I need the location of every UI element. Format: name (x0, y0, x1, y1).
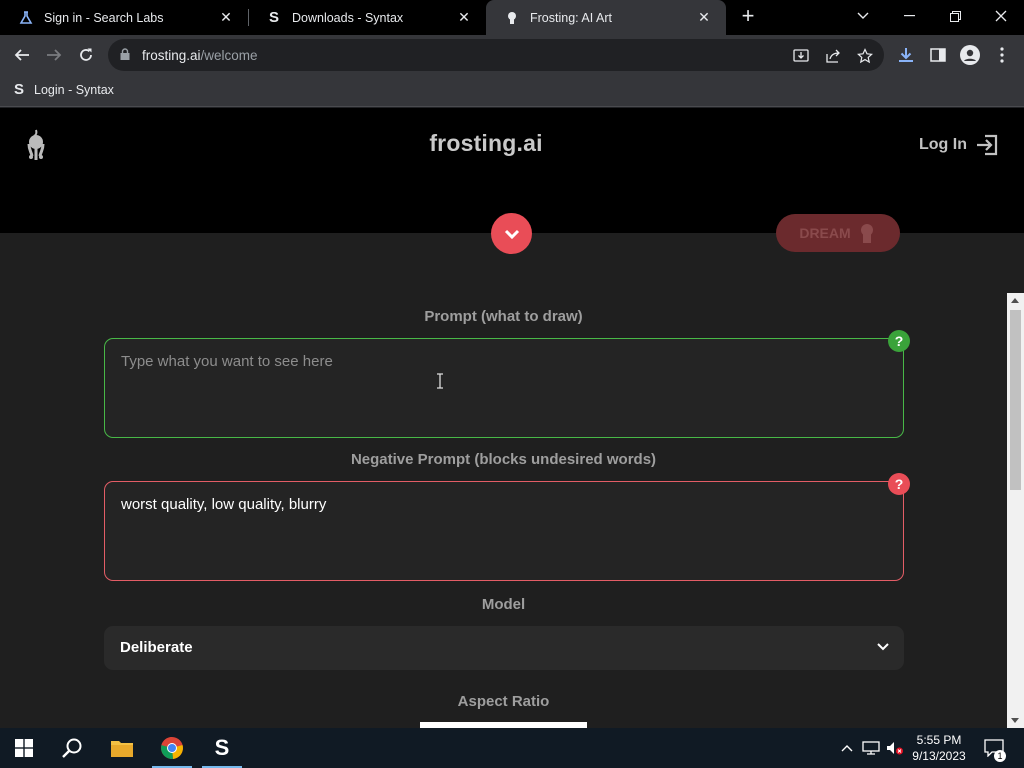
tab-frosting-ai-art[interactable]: Frosting: AI Art ✕ (486, 0, 726, 35)
bookmark-login-syntax[interactable]: S Login - Syntax (14, 81, 114, 98)
scrollbar-thumb[interactable] (1010, 310, 1021, 490)
chrome-icon (161, 737, 183, 760)
scroll-down-arrow-icon[interactable] (1011, 718, 1019, 723)
bookmarks-bar: S Login - Syntax (0, 75, 1024, 107)
tab-downloads-syntax[interactable]: S Downloads - Syntax ✕ (248, 0, 486, 35)
folder-icon (111, 741, 133, 757)
negative-prompt-value: worst quality, low quality, blurry (121, 496, 327, 513)
back-button[interactable] (10, 43, 34, 67)
model-select[interactable]: Deliberate (104, 626, 904, 670)
file-explorer-button[interactable] (98, 728, 146, 768)
windows-taskbar: S 5:55 PM 9/13/2023 1 (0, 728, 1024, 768)
bookmark-label: Login - Syntax (34, 82, 114, 97)
chevron-down-icon (877, 643, 889, 651)
browser-toolbar: frosting.ai/welcome (0, 35, 1024, 75)
page-content: frosting.ai Log In DREAM Prompt (what to… (0, 108, 1024, 728)
close-tab-icon[interactable]: ✕ (218, 9, 234, 26)
show-hidden-icons-chevron-icon[interactable] (838, 728, 856, 768)
side-panel-icon[interactable] (928, 45, 948, 65)
notification-count-badge: 1 (994, 750, 1006, 762)
frosting-mascot-icon (860, 224, 873, 243)
log-in-label: Log In (919, 136, 967, 153)
tab-title: Frosting: AI Art (530, 10, 612, 25)
chrome-taskbar-button[interactable] (148, 728, 196, 768)
syntax-s-icon: S (14, 81, 25, 98)
volume-muted-icon[interactable] (884, 728, 906, 768)
login-arrow-icon (976, 134, 998, 156)
tab-title: Sign in - Search Labs (44, 10, 164, 25)
page-scrollbar[interactable] (1007, 293, 1024, 728)
syntax-s-icon: S (214, 735, 230, 760)
search-icon (62, 738, 82, 758)
tab-search-chevron-icon[interactable] (840, 0, 886, 32)
minimize-button[interactable] (886, 0, 932, 32)
flask-icon (18, 10, 34, 26)
negative-prompt-help-icon[interactable]: ? (888, 473, 910, 495)
site-title[interactable]: frosting.ai (0, 130, 972, 157)
start-button[interactable] (0, 728, 48, 768)
notifications-button[interactable]: 1 (980, 728, 1008, 768)
log-in-button[interactable]: Log In (919, 133, 999, 157)
lock-icon (120, 48, 130, 60)
close-window-button[interactable] (978, 0, 1024, 32)
model-label: Model (481, 596, 526, 613)
windows-logo-icon (15, 739, 33, 757)
frosting-icon (504, 10, 520, 26)
negative-prompt-textarea[interactable]: worst quality, low quality, blurry (104, 481, 904, 581)
new-tab-button[interactable]: + (737, 5, 759, 28)
chevron-down-icon (504, 229, 519, 239)
prompt-placeholder: Type what you want to see here (121, 353, 333, 370)
tab-title: Downloads - Syntax (292, 10, 404, 25)
url-host: frosting.ai (142, 48, 201, 63)
clock-time: 5:55 PM (916, 733, 962, 747)
menu-kebab-icon[interactable] (992, 45, 1012, 65)
text-cursor-icon (437, 373, 443, 389)
aspect-ratio-label: Aspect Ratio (457, 693, 550, 710)
prompt-textarea[interactable]: Type what you want to see here (104, 338, 904, 438)
install-app-icon[interactable] (792, 47, 810, 65)
dream-label: DREAM (799, 225, 851, 241)
downloads-icon[interactable] (896, 45, 916, 65)
negative-prompt-label: Negative Prompt (blocks undesired words) (350, 451, 657, 468)
bookmark-star-icon[interactable] (856, 47, 874, 65)
restore-button[interactable] (932, 0, 978, 32)
url-text: frosting.ai/welcome (142, 48, 258, 63)
close-tab-icon[interactable]: ✕ (696, 9, 712, 26)
network-icon[interactable] (860, 728, 882, 768)
syntax-s-icon: S (268, 9, 279, 26)
collapse-toggle-button[interactable] (491, 213, 532, 254)
syntax-taskbar-button[interactable]: S (198, 728, 246, 768)
search-button[interactable] (48, 728, 96, 768)
system-clock[interactable]: 5:55 PM 9/13/2023 (905, 732, 973, 764)
share-icon[interactable] (824, 47, 842, 65)
prompt-help-icon[interactable]: ? (888, 330, 910, 352)
profile-avatar-icon[interactable] (960, 45, 980, 65)
close-tab-icon[interactable]: ✕ (456, 9, 472, 26)
clock-date: 9/13/2023 (912, 749, 966, 763)
dream-button[interactable]: DREAM (776, 214, 900, 252)
reload-button[interactable] (74, 43, 98, 67)
prompt-label: Prompt (what to draw) (424, 308, 583, 325)
model-selected-value: Deliberate (120, 639, 193, 656)
tab-search-labs[interactable]: Sign in - Search Labs ✕ (0, 0, 248, 35)
address-bar[interactable]: frosting.ai/welcome (108, 39, 884, 71)
scroll-up-arrow-icon[interactable] (1011, 298, 1019, 303)
forward-button[interactable] (42, 43, 66, 67)
tab-strip: Sign in - Search Labs ✕ S Downloads - Sy… (0, 0, 1024, 35)
url-path: /welcome (200, 48, 258, 63)
